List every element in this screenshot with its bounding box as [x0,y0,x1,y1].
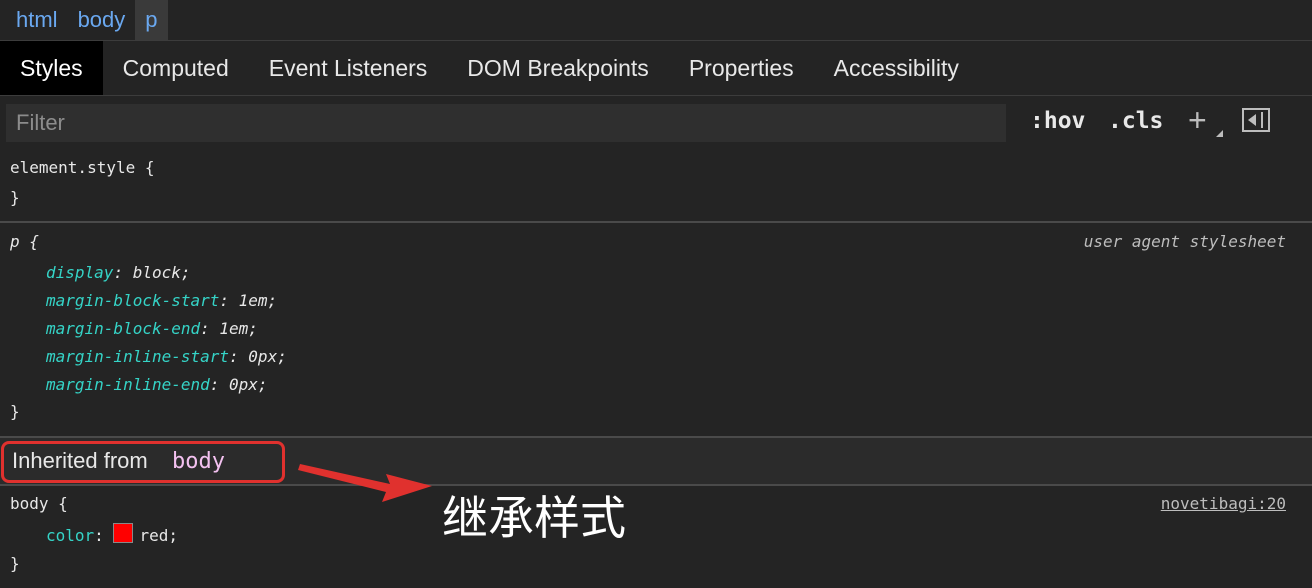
declaration-margin-inline-start[interactable]: margin-inline-start: 0px; [46,343,287,371]
tab-computed[interactable]: Computed [103,41,249,95]
corner-triangle-icon [1216,130,1223,137]
declaration-margin-inline-end[interactable]: margin-inline-end: 0px; [46,371,268,399]
annotation-text: 继承样式 [442,491,626,545]
sidebar-tabs: Styles Computed Event Listeners DOM Brea… [0,40,1312,96]
hov-button[interactable]: :hov [1030,108,1085,134]
element-style-open: element.style { [10,158,155,177]
color-swatch[interactable] [113,523,134,543]
user-agent-source: user agent stylesheet [1083,232,1286,251]
tab-properties[interactable]: Properties [669,41,814,95]
highlight-box [1,441,285,483]
new-style-rule-button[interactable]: + [1188,102,1207,139]
breadcrumb-html[interactable]: html [6,0,68,40]
breadcrumb: html body p [0,0,1312,40]
p-rule-close: } [10,402,20,421]
p-rule-selector: p { [10,232,39,251]
breadcrumb-p[interactable]: p [135,0,168,40]
styles-toolbar: :hov .cls + [0,96,1312,150]
cls-button[interactable]: .cls [1108,108,1163,134]
declaration-color[interactable]: color: red; [46,522,178,550]
tab-dom-breakpoints[interactable]: DOM Breakpoints [447,41,669,95]
divider [0,436,1312,438]
source-link[interactable]: novetibagi:20 [1161,490,1286,518]
tab-event-listeners[interactable]: Event Listeners [249,41,448,95]
divider [0,484,1312,486]
tab-styles[interactable]: Styles [0,41,103,95]
body-rule-selector: body { [10,494,68,513]
tab-accessibility[interactable]: Accessibility [814,41,979,95]
element-style-close: } [10,188,20,207]
annotation-arrow-icon [298,464,432,502]
declaration-margin-block-end[interactable]: margin-block-end: 1em; [46,315,258,343]
toggle-sidebar-icon[interactable] [1242,108,1270,132]
declaration-display[interactable]: display: block; [46,259,191,287]
declaration-margin-block-start[interactable]: margin-block-start: 1em; [46,287,277,315]
body-rule-close: } [10,554,20,573]
filter-input[interactable] [6,104,1006,142]
divider [0,221,1312,223]
breadcrumb-body[interactable]: body [68,0,136,40]
